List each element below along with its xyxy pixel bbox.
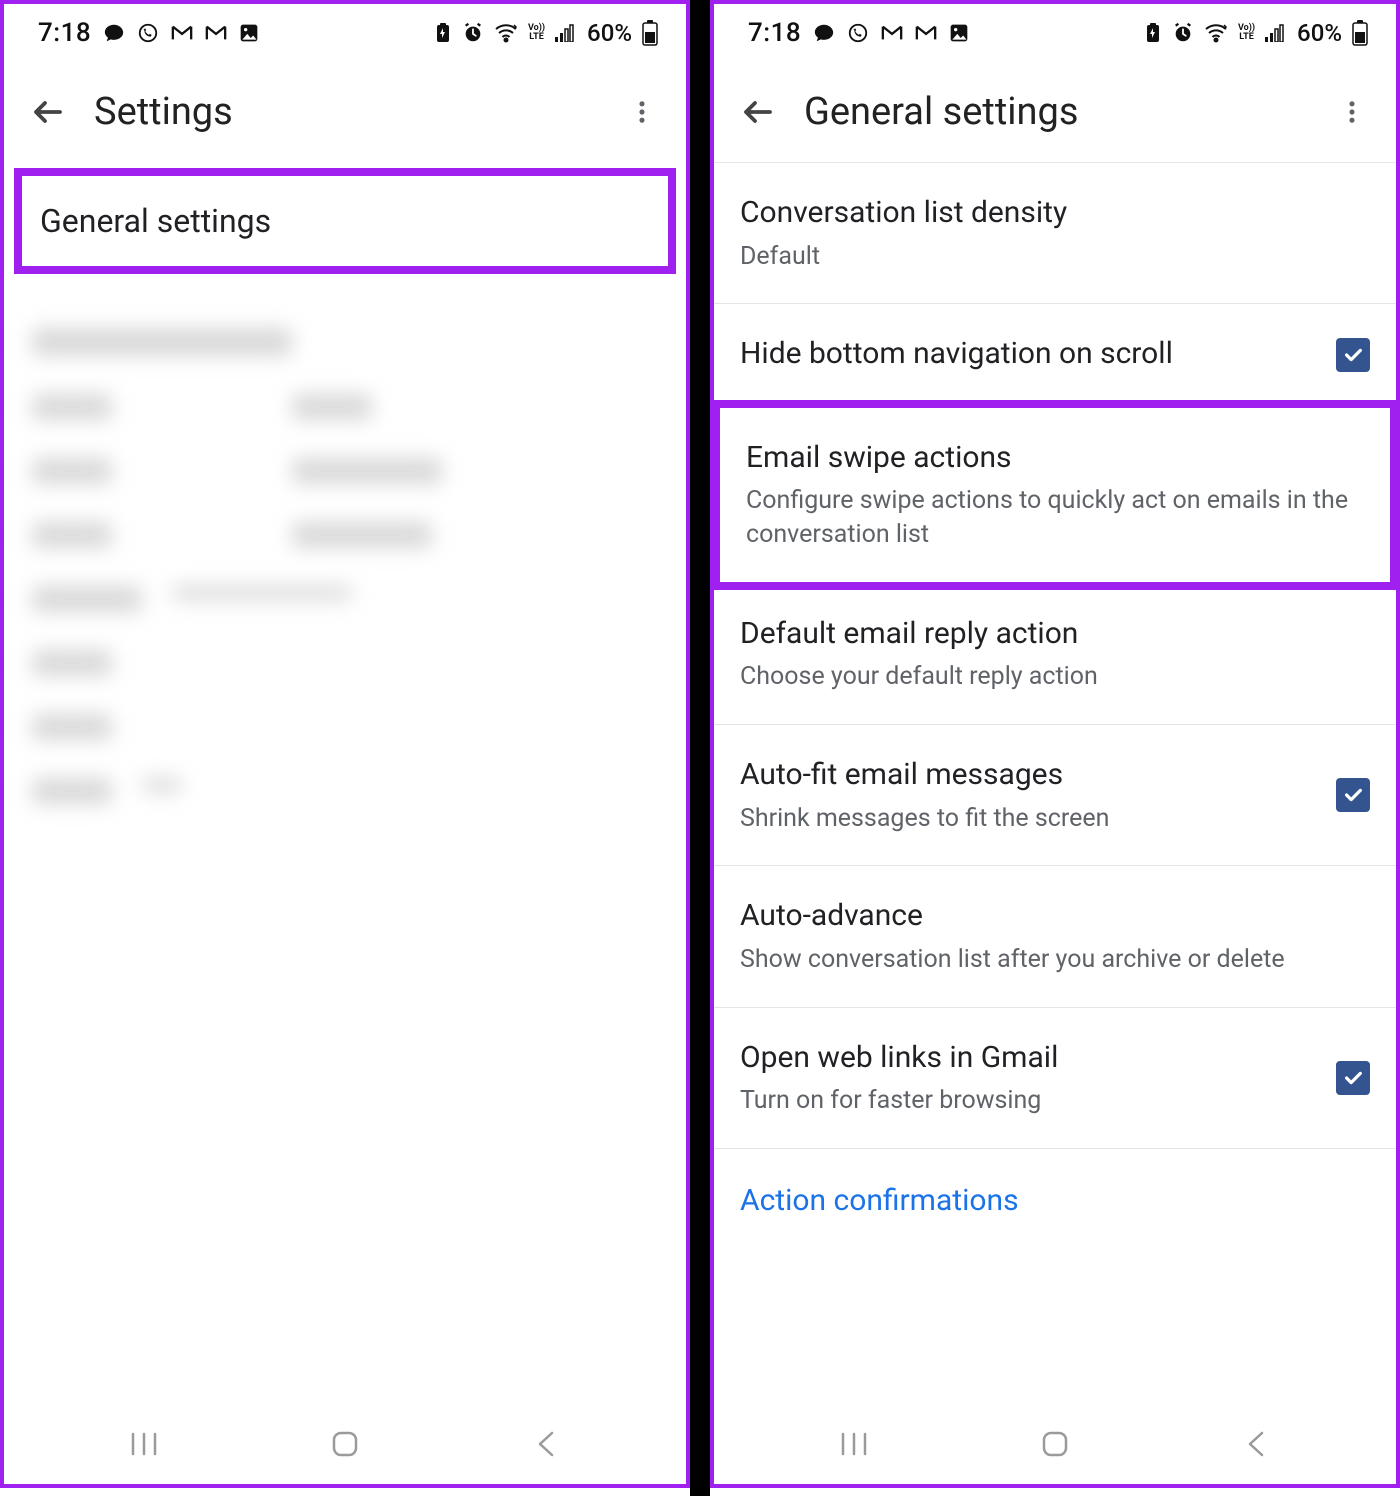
picture-icon <box>949 23 969 43</box>
row-sub: Turn on for faster browsing <box>740 1084 1306 1118</box>
content[interactable]: Conversation list density Default Hide b… <box>714 163 1396 1404</box>
row-title: Auto-advance <box>740 896 1370 937</box>
app-bar: General settings <box>714 62 1396 162</box>
chat-bubble-icon <box>813 22 835 44</box>
system-nav-bar <box>4 1404 686 1484</box>
battery-icon <box>642 20 658 46</box>
gmail-m-icon-2 <box>915 24 937 42</box>
wifi-icon <box>494 23 518 43</box>
row-title: Auto-fit email messages <box>740 755 1306 796</box>
row-conversation-density[interactable]: Conversation list density Default <box>714 163 1396 304</box>
status-left: 7:18 <box>748 18 969 48</box>
row-title: Default email reply action <box>740 614 1370 655</box>
more-button[interactable] <box>1328 88 1376 136</box>
content: General settings <box>4 162 686 1404</box>
back-nav-button[interactable] <box>516 1424 576 1464</box>
home-button[interactable] <box>1025 1424 1085 1464</box>
volte-icon: Vo)) LTE <box>528 24 545 42</box>
status-right: Vo)) LTE 60% <box>1144 19 1368 47</box>
status-time: 7:18 <box>38 18 91 48</box>
row-title: Conversation list density <box>740 193 1370 234</box>
checkbox-checked[interactable] <box>1336 778 1370 812</box>
wifi-icon <box>1204 23 1228 43</box>
battery-saver-icon <box>434 23 452 43</box>
more-button[interactable] <box>618 88 666 136</box>
phone-left: 7:18 Vo)) LTE 60% Settings <box>0 0 690 1488</box>
picture-icon <box>239 23 259 43</box>
status-bar: 7:18 Vo)) LTE 60% <box>714 4 1396 62</box>
section-action-confirmations: Action confirmations <box>714 1149 1396 1226</box>
back-button[interactable] <box>24 88 72 136</box>
status-right: Vo)) LTE 60% <box>434 19 658 47</box>
whatsapp-icon <box>847 22 869 44</box>
back-button[interactable] <box>734 88 782 136</box>
phone-right: 7:18 Vo)) LTE 60% General setting <box>710 0 1400 1488</box>
general-settings-item[interactable]: General settings <box>14 168 676 274</box>
recents-button[interactable] <box>824 1424 884 1464</box>
system-nav-bar <box>714 1404 1396 1484</box>
battery-percent: 60% <box>587 19 632 47</box>
row-sub: Choose your default reply action <box>740 660 1370 694</box>
checkbox-checked[interactable] <box>1336 338 1370 372</box>
back-nav-button[interactable] <box>1226 1424 1286 1464</box>
row-default-reply-action[interactable]: Default email reply action Choose your d… <box>714 584 1396 725</box>
gmail-m-icon <box>171 24 193 42</box>
status-bar: 7:18 Vo)) LTE 60% <box>4 4 686 62</box>
gmail-m-icon <box>881 24 903 42</box>
blurred-accounts <box>4 280 686 852</box>
row-auto-fit[interactable]: Auto-fit email messages Shrink messages … <box>714 725 1396 866</box>
row-hide-bottom-nav[interactable]: Hide bottom navigation on scroll <box>714 304 1396 406</box>
section-header: Action confirmations <box>740 1183 1019 1218</box>
signal-icon <box>1265 24 1287 42</box>
status-time: 7:18 <box>748 18 801 48</box>
row-sub: Shrink messages to fit the screen <box>740 802 1306 836</box>
page-title: Settings <box>94 90 618 134</box>
row-title: Open web links in Gmail <box>740 1038 1306 1079</box>
battery-percent: 60% <box>1297 19 1342 47</box>
whatsapp-icon <box>137 22 159 44</box>
row-auto-advance[interactable]: Auto-advance Show conversation list afte… <box>714 866 1396 1007</box>
battery-icon <box>1352 20 1368 46</box>
alarm-clock-icon <box>462 22 484 44</box>
signal-icon <box>555 24 577 42</box>
app-bar: Settings <box>4 62 686 162</box>
row-sub: Configure swipe actions to quickly act o… <box>746 484 1364 552</box>
status-left: 7:18 <box>38 18 259 48</box>
row-title: Email swipe actions <box>746 438 1364 479</box>
alarm-clock-icon <box>1172 22 1194 44</box>
divider-gap <box>690 0 710 1496</box>
home-button[interactable] <box>315 1424 375 1464</box>
row-title: Hide bottom navigation on scroll <box>740 334 1306 375</box>
battery-saver-icon <box>1144 23 1162 43</box>
row-email-swipe-actions[interactable]: Email swipe actions Configure swipe acti… <box>714 400 1396 590</box>
checkbox-checked[interactable] <box>1336 1061 1370 1095</box>
dual-phone-container: 7:18 Vo)) LTE 60% Settings <box>0 0 1400 1496</box>
volte-icon: Vo)) LTE <box>1238 24 1255 42</box>
chat-bubble-icon <box>103 22 125 44</box>
row-sub: Show conversation list after you archive… <box>740 943 1370 977</box>
row-open-web-links[interactable]: Open web links in Gmail Turn on for fast… <box>714 1008 1396 1149</box>
gmail-m-icon-2 <box>205 24 227 42</box>
row-sub: Default <box>740 240 1370 274</box>
page-title: General settings <box>804 90 1328 134</box>
recents-button[interactable] <box>114 1424 174 1464</box>
general-settings-label: General settings <box>40 202 271 240</box>
